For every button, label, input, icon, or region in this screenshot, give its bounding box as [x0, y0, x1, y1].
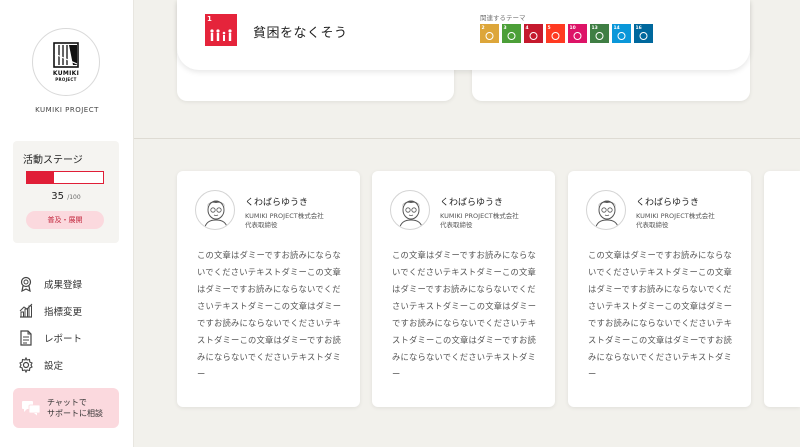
stage-status-button[interactable]: 普及・展開 — [26, 211, 104, 229]
sidebar-item-settings[interactable]: 設定 — [18, 351, 82, 378]
sidebar: KUMIKI PROJECT KUMIKI PROJECT 活動ステージ 35 … — [0, 0, 134, 447]
chat-support-line2: サポートに相談 — [47, 409, 103, 418]
sidebar-item-label: 成果登録 — [44, 279, 83, 291]
project-name: KUMIKI PROJECT — [35, 106, 99, 114]
member-description: この文章はダミーですお読みにならないでくださいテキストダミーこの文章はダミーです… — [588, 250, 733, 379]
svg-text:5: 5 — [548, 25, 551, 31]
logo-text-line1: KUMIKI — [52, 70, 80, 77]
activity-stage-progress-fill — [27, 172, 54, 183]
sidebar-item-results[interactable]: 成果登録 — [18, 270, 82, 297]
related-themes-label: 関連するテーマ — [480, 14, 526, 22]
activity-stage-title: 活動ステージ — [23, 155, 83, 166]
sdg-goal-number: 1 — [207, 15, 212, 23]
member-role: 代表取締役 — [440, 221, 473, 229]
person-portrait-icon — [203, 200, 229, 229]
sdg-goal-13-icon: 13 — [590, 24, 609, 43]
member-card-partial[interactable] — [764, 171, 800, 407]
member-name: くわばらゆうき — [636, 198, 700, 208]
svg-text:2: 2 — [482, 25, 485, 31]
person-portrait-icon — [594, 200, 620, 229]
avatar — [390, 190, 430, 230]
member-description: この文章はダミーですお読みにならないでくださいテキストダミーこの文章はダミーです… — [392, 250, 537, 379]
sdg-goal-3-icon: 3 — [502, 24, 521, 43]
sidebar-nav: 成果登録 指標変更 レポート 設定 — [18, 270, 82, 378]
sdg-goal-5-icon: 5 — [546, 24, 565, 43]
member-card[interactable]: くわばらゆうき KUMIKI PROJECT株式会社 代表取締役 この文章はダミ… — [568, 171, 751, 407]
kumiki-logo-mark-icon — [53, 42, 79, 68]
sdg-goal-10-icon: 10 — [568, 24, 587, 43]
chat-support-button[interactable]: チャットで サポートに相談 — [13, 388, 119, 428]
chat-bubbles-icon — [22, 401, 41, 416]
svg-text:14: 14 — [614, 25, 620, 31]
member-name: くわばらゆうき — [245, 198, 309, 208]
sidebar-item-report[interactable]: レポート — [18, 324, 82, 351]
chat-support-label: チャットで サポートに相談 — [47, 397, 103, 419]
svg-text:3: 3 — [504, 25, 507, 31]
member-card[interactable]: くわばらゆうき KUMIKI PROJECT株式会社 代表取締役 この文章はダミ… — [177, 171, 360, 407]
family-pictogram-icon — [210, 29, 232, 41]
chat-support-line1: チャットで — [47, 398, 87, 407]
svg-text:10: 10 — [570, 25, 576, 31]
sdg-goal-16-icon: 16 — [634, 24, 653, 43]
sdg-goal-4-icon: 4 — [524, 24, 543, 43]
document-icon — [18, 329, 34, 346]
member-role: 代表取締役 — [636, 221, 669, 229]
sidebar-item-indicators[interactable]: 指標変更 — [18, 297, 82, 324]
person-portrait-icon — [398, 200, 424, 229]
sidebar-item-label: 指標変更 — [44, 306, 83, 318]
related-themes-list: 2 3 4 5 10 13 14 16 — [480, 24, 653, 43]
sidebar-item-label: レポート — [44, 333, 83, 345]
sdg-goal-14-icon: 14 — [612, 24, 631, 43]
member-description: この文章はダミーですお読みにならないでくださいテキストダミーこの文章はダミーです… — [197, 250, 342, 379]
svg-text:16: 16 — [636, 25, 642, 31]
member-card[interactable]: くわばらゆうき KUMIKI PROJECT株式会社 代表取締役 この文章はダミ… — [372, 171, 555, 407]
sdg-goal-2-icon: 2 — [480, 24, 499, 43]
activity-stage-progress-bar — [26, 171, 104, 184]
activity-stage-max: /100 — [67, 194, 81, 201]
chart-icon — [18, 303, 34, 319]
member-role: 代表取締役 — [245, 221, 278, 229]
sdg-goal-1-icon: 1 — [205, 14, 237, 46]
member-name: くわばらゆうき — [440, 198, 504, 208]
svg-text:13: 13 — [592, 25, 598, 31]
avatar — [586, 190, 626, 230]
sidebar-item-label: 設定 — [44, 360, 64, 372]
avatar — [195, 190, 235, 230]
logo-text-line2: PROJECT — [55, 77, 77, 82]
activity-stage-score: 35 /100 — [13, 191, 119, 202]
activity-stage-panel: 活動ステージ 35 /100 普及・展開 — [13, 141, 119, 243]
section-divider — [134, 138, 800, 139]
project-logo[interactable]: KUMIKI PROJECT — [32, 28, 100, 96]
medal-icon — [18, 276, 34, 292]
goal-title: 貧困をなくそう — [253, 26, 348, 41]
svg-text:4: 4 — [526, 25, 529, 31]
gear-icon — [18, 356, 34, 373]
goal-panel: 1 貧困をなくそう 関連するテーマ 2 3 4 5 10 13 14 16 — [177, 0, 750, 70]
activity-stage-value: 35 — [51, 191, 65, 202]
